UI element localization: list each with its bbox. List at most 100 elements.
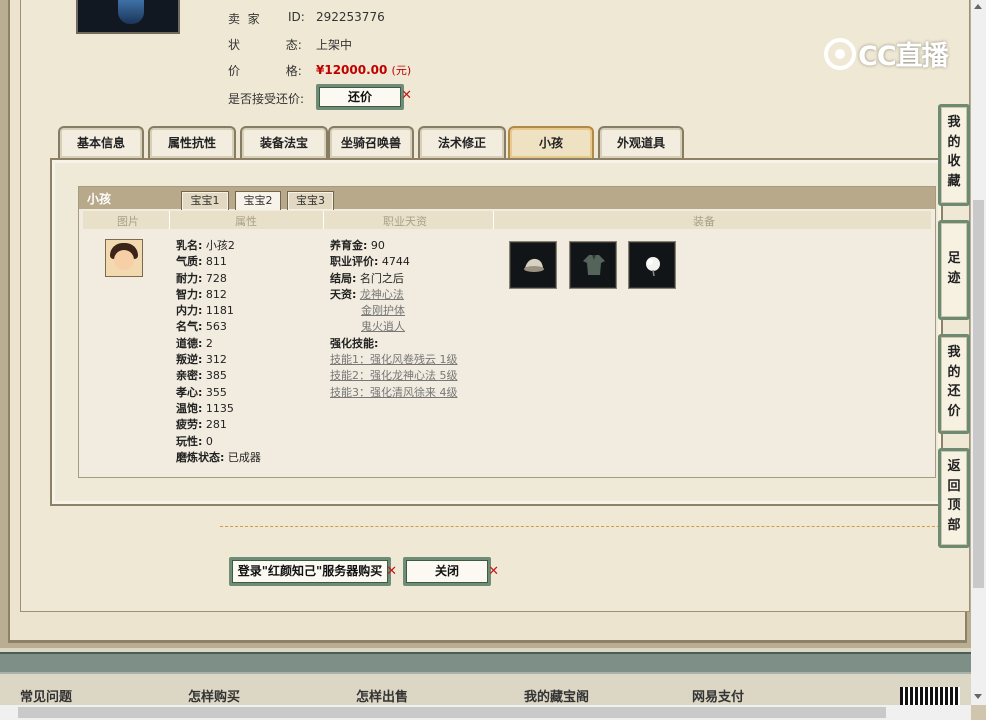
side-footprints[interactable]: 足迹 <box>938 220 970 320</box>
col-attributes: 属性 <box>235 215 257 228</box>
attr-value: 728 <box>205 271 227 285</box>
col-separator <box>493 211 494 229</box>
career-row: 职业评价: 4744 <box>330 254 458 270</box>
career-row: 技能1：强化风卷残云 1级 <box>330 352 458 368</box>
horizontal-scroll-thumb[interactable] <box>18 707 886 718</box>
side-char: 的 <box>947 364 961 380</box>
col-separator <box>323 211 324 229</box>
side-char: 我 <box>947 115 961 130</box>
attr-value: 563 <box>205 320 227 334</box>
career-row: 结局: 名门之后 <box>330 271 458 287</box>
close-button-label: 关闭 <box>434 564 459 578</box>
price-label: 价 格: <box>228 64 302 78</box>
status-value: 上架中 <box>316 38 353 52</box>
career-value: 4744 <box>381 255 410 269</box>
close-button[interactable]: 关闭 ✕ <box>403 557 499 586</box>
tab-appearance[interactable]: 外观道具 <box>598 126 684 158</box>
column-header: 图片 属性 职业天资 装备 <box>83 211 931 229</box>
attr-value: 小孩2 <box>205 239 235 252</box>
side-char: 我 <box>947 345 961 360</box>
product-thumbnail[interactable] <box>76 0 180 34</box>
attr-value: 385 <box>205 369 227 383</box>
footer-netease-pay[interactable]: 网易支付 <box>692 686 744 705</box>
attr-value: 812 <box>205 287 227 301</box>
attr-value: 1135 <box>205 401 234 415</box>
skills-label: 强化技能: <box>330 336 379 350</box>
skill-link[interactable]: 技能2：强化龙神心法 5级 <box>330 369 458 382</box>
attr-key: 温饱: <box>176 401 203 415</box>
side-back-to-top[interactable]: 返回顶部 <box>938 448 970 548</box>
vertical-scrollbar[interactable] <box>971 0 986 705</box>
tab-spell-correction[interactable]: 法术修正 <box>418 126 506 158</box>
attr-row: 气质: 811 <box>176 254 261 270</box>
seller-id-label: ID: <box>288 10 305 24</box>
side-my-favorites[interactable]: 我的收藏 <box>938 104 970 206</box>
career-value: 名门之后 <box>359 271 404 285</box>
career-row: 强化技能: <box>330 336 458 352</box>
subtab-baby-3[interactable]: 宝宝3 <box>287 191 334 210</box>
attr-key: 亲密: <box>176 369 203 383</box>
equipment-slot-robe[interactable] <box>569 241 617 289</box>
attr-value: 811 <box>205 255 227 269</box>
scroll-up-icon[interactable] <box>974 4 982 9</box>
career-row: 技能3：强化清风徐来 4级 <box>330 385 458 401</box>
child-avatar-face <box>114 250 134 270</box>
attr-value: 281 <box>205 418 227 432</box>
side-char: 部 <box>947 517 961 533</box>
side-my-bargains[interactable]: 我的还价 <box>938 334 970 434</box>
footer-how-to-sell[interactable]: 怎样出售 <box>356 686 408 705</box>
side-char: 价 <box>947 403 961 419</box>
footer-my-treasure[interactable]: 我的藏宝阁 <box>524 686 589 705</box>
attr-key: 道德: <box>176 336 203 350</box>
cc-logo-icon <box>824 37 856 70</box>
side-char: 藏 <box>947 173 961 189</box>
attr-key: 智力: <box>176 287 203 301</box>
tab-basic-info[interactable]: 基本信息 <box>58 126 144 158</box>
tab-attributes[interactable]: 属性抗性 <box>148 126 236 158</box>
talent-link[interactable]: 龙神心法 <box>360 288 404 301</box>
side-char: 的 <box>947 134 961 150</box>
attr-value: 1181 <box>205 304 234 318</box>
horizontal-scrollbar[interactable] <box>0 705 971 720</box>
status-label: 状 态: <box>228 38 302 52</box>
bargain-button[interactable]: 还价 ✕ <box>316 84 412 110</box>
attr-row: 内力: 1181 <box>176 303 261 319</box>
equipment-slot-flower[interactable] <box>628 241 676 289</box>
career-value: 90 <box>370 239 385 252</box>
price-amount: ¥12000.00 <box>316 63 388 77</box>
skill-link[interactable]: 技能1：强化风卷残云 1级 <box>330 353 458 366</box>
equipment-slot-hat[interactable] <box>509 241 557 289</box>
subtab-baby-1[interactable]: 宝宝1 <box>181 191 229 210</box>
career-row: 养育金: 90 <box>330 238 458 254</box>
career-info: 养育金: 90 职业评价: 4744 结局: 名门之后 天资: 龙神心法 金刚护… <box>330 238 458 401</box>
attr-key: 名气: <box>176 320 203 334</box>
talent-link[interactable]: 鬼火逍人 <box>361 320 405 333</box>
skill-link[interactable]: 技能3：强化清风徐来 4级 <box>330 386 458 399</box>
scroll-down-icon[interactable] <box>974 694 982 699</box>
logo-text: CC直播 <box>858 41 949 72</box>
career-key: 天资: <box>330 287 357 301</box>
tab-equipment[interactable]: 装备法宝 <box>240 126 328 158</box>
attr-row: 玩性: 0 <box>176 434 261 450</box>
attr-row: 孝心: 355 <box>176 385 261 401</box>
career-key: 养育金: <box>330 239 368 252</box>
child-header: 小孩 宝宝1 宝宝2 宝宝3 <box>79 187 935 210</box>
career-key: 职业评价: <box>330 255 379 269</box>
col-career: 职业天资 <box>383 215 427 228</box>
qr-code-icon <box>900 687 960 705</box>
footer-how-to-buy[interactable]: 怎样购买 <box>188 686 240 705</box>
attr-key: 孝心: <box>176 385 203 399</box>
subtab-baby-2[interactable]: 宝宝2 <box>235 191 281 210</box>
talent-link[interactable]: 金刚护体 <box>361 304 405 317</box>
hat-icon <box>524 258 544 272</box>
vertical-scroll-thumb[interactable] <box>973 200 984 588</box>
close-mark-icon: ✕ <box>488 564 499 579</box>
attr-row: 亲密: 385 <box>176 368 261 384</box>
footer-faq[interactable]: 常见问题 <box>20 686 72 705</box>
attr-value: 已成器 <box>227 450 261 464</box>
login-buy-button[interactable]: 登录"红颜知己"服务器购买 ✕ <box>229 557 397 586</box>
price-unit: (元) <box>391 64 412 77</box>
tab-mounts[interactable]: 坐骑召唤兽 <box>328 126 414 158</box>
attr-key: 内力: <box>176 304 203 318</box>
tab-child[interactable]: 小孩 <box>508 126 594 158</box>
